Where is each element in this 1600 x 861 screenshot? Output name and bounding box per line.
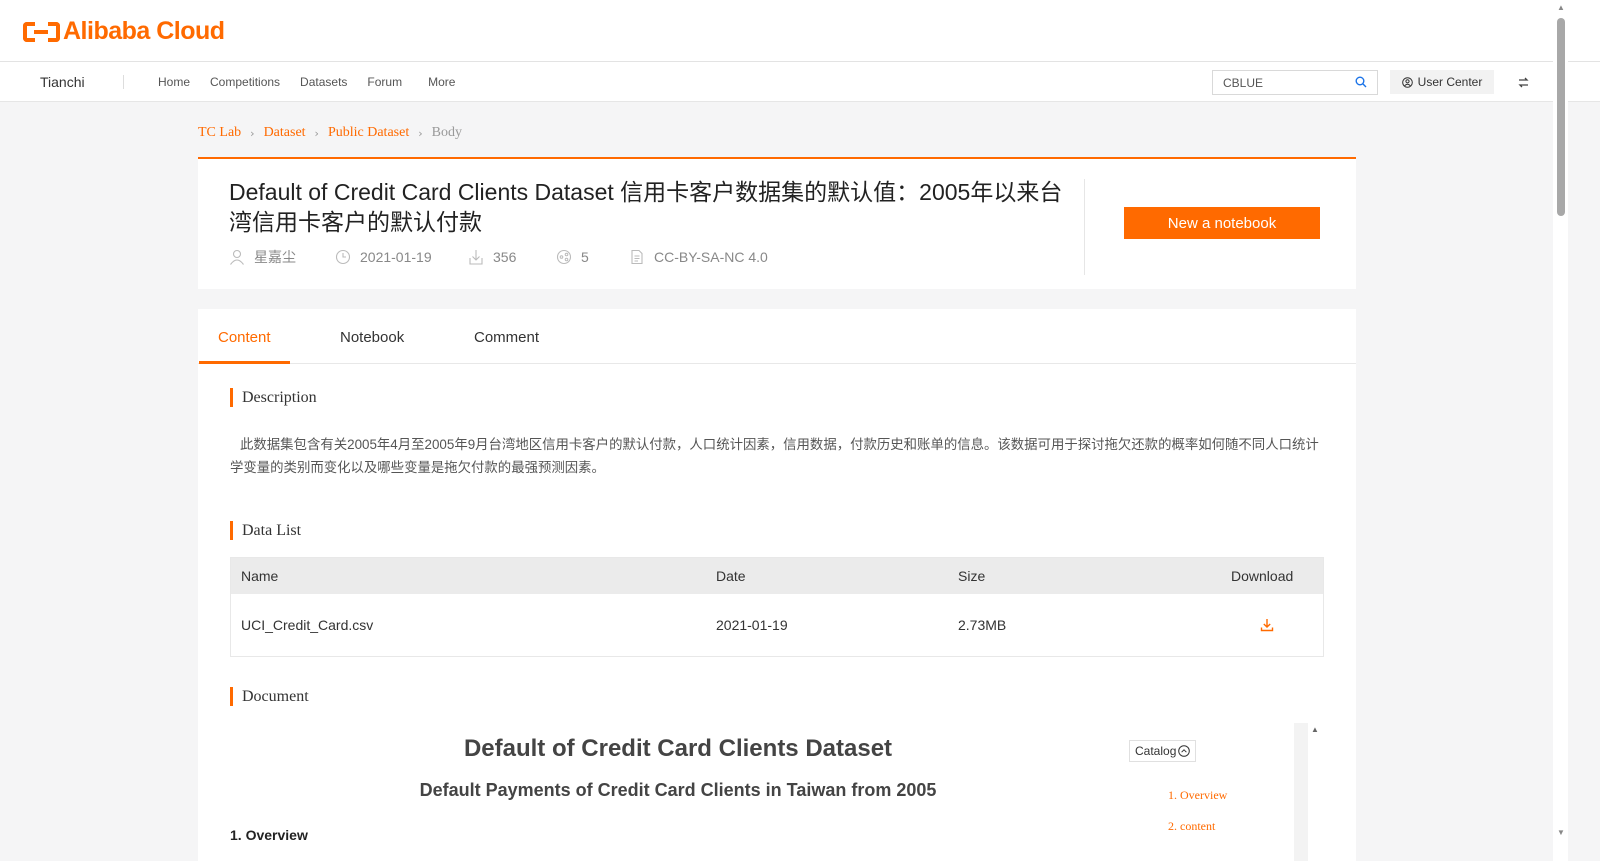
column-header-size: Size (958, 568, 986, 584)
logo-text: Alibaba Cloud (63, 17, 225, 45)
description-text: 此数据集包含有关2005年4月至2005年9月台湾地区信用卡客户的默认付款，人口… (230, 437, 1319, 475)
file-size: 2.73MB (958, 617, 1007, 633)
meta-downloads: 356 (468, 249, 556, 265)
new-notebook-button[interactable]: New a notebook (1124, 207, 1320, 239)
header-divider (1084, 179, 1085, 275)
chevron-right-icon: › (314, 126, 319, 140)
nav-divider (123, 75, 124, 89)
catalog-toggle-button[interactable]: Catalog (1129, 740, 1197, 762)
alibaba-cloud-logo[interactable]: Alibaba Cloud (23, 17, 225, 46)
license-document-icon (631, 249, 643, 265)
download-count: 356 (493, 249, 517, 265)
catalog-item-content[interactable]: 2. content (1168, 819, 1215, 834)
logo-mark-icon (23, 18, 60, 45)
download-count-icon (469, 250, 483, 265)
breadcrumb-current: Body (431, 125, 462, 140)
chevron-right-icon: › (250, 126, 255, 140)
brand-bar: Alibaba Cloud (0, 0, 1600, 62)
scroll-up-icon[interactable]: ▲ (1557, 3, 1565, 12)
breadcrumb-dataset[interactable]: Dataset (264, 125, 306, 141)
user-center-button[interactable]: User Center (1390, 70, 1494, 94)
file-date: 2021-01-19 (716, 617, 788, 633)
search-box (1212, 70, 1378, 95)
tab-content[interactable]: Content (218, 329, 271, 346)
description-heading: Description (230, 388, 317, 407)
nav-links: Home Competitions Datasets Forum More (158, 75, 475, 89)
meta-author: 星嘉尘 (229, 247, 335, 267)
search-icon[interactable] (1355, 76, 1367, 88)
document-title: Default of Credit Card Clients Dataset (463, 735, 893, 762)
share-icon (556, 249, 572, 265)
content-card: Content Notebook Comment Description 此数据… (198, 309, 1356, 861)
chevron-right-icon: › (418, 126, 423, 140)
collapse-icon (1178, 745, 1191, 757)
nav-link-home[interactable]: Home (158, 75, 190, 89)
user-icon (1401, 76, 1413, 88)
breadcrumb: TC Lab › Dataset › Public Dataset › Body (198, 125, 462, 141)
user-icon (230, 249, 244, 265)
catalog-item-overview[interactable]: 1. Overview (1168, 788, 1227, 803)
nav-link-more[interactable]: More (428, 75, 455, 89)
tab-notebook[interactable]: Notebook (340, 329, 404, 346)
active-tab-indicator (199, 361, 290, 364)
dataset-meta: 星嘉尘 2021-01-19 356 5 CC-BY-SA-NC 4.0 (229, 247, 768, 267)
meta-license: CC-BY-SA-NC 4.0 (629, 249, 768, 265)
dataset-title: Default of Credit Card Clients Dataset 信… (229, 179, 1063, 235)
catalog-scroll-up-icon[interactable]: ▲ (1311, 725, 1319, 734)
nav-link-forum[interactable]: Forum (367, 75, 402, 89)
scrollbar-thumb[interactable] (1557, 18, 1565, 216)
breadcrumb-public-dataset[interactable]: Public Dataset (328, 125, 409, 141)
table-row: UCI_Credit_Card.csv 2021-01-19 2.73MB (231, 594, 1323, 656)
catalog-panel: Catalog 1. Overview 2. content (1126, 723, 1308, 861)
meta-date: 2021-01-19 (335, 249, 468, 265)
column-header-name: Name (241, 568, 279, 584)
switch-icon[interactable] (1517, 76, 1530, 89)
meta-shares: 5 (556, 249, 629, 265)
top-nav: Tianchi Home Competitions Datasets Forum… (0, 62, 1600, 102)
license-text: CC-BY-SA-NC 4.0 (654, 249, 768, 265)
document-section-overview: 1. Overview (230, 827, 308, 843)
document-subtitle: Default Payments of Credit Card Clients … (419, 780, 937, 800)
publish-date: 2021-01-19 (360, 249, 432, 265)
download-icon (1260, 619, 1274, 632)
nav-link-datasets[interactable]: Datasets (300, 75, 347, 89)
user-center-label: User Center (1417, 75, 1483, 89)
table-header: Name Date Size Download (231, 558, 1323, 594)
document-heading: Document (230, 687, 309, 706)
author-name[interactable]: 星嘉尘 (254, 247, 296, 267)
site-name[interactable]: Tianchi (40, 74, 85, 90)
data-list-table: Name Date Size Download UCI_Credit_Card.… (230, 557, 1324, 657)
scroll-down-icon[interactable]: ▼ (1557, 828, 1565, 837)
search-input[interactable] (1213, 71, 1343, 94)
nav-link-competitions[interactable]: Competitions (210, 75, 280, 89)
tab-bar: Content Notebook Comment (198, 309, 1356, 364)
catalog-label: Catalog (1135, 744, 1177, 758)
share-count: 5 (581, 249, 589, 265)
column-header-date: Date (716, 568, 746, 584)
file-name: UCI_Credit_Card.csv (241, 617, 374, 633)
column-header-download: Download (1231, 568, 1294, 584)
breadcrumb-tc-lab[interactable]: TC Lab (198, 125, 241, 141)
data-list-heading: Data List (230, 521, 301, 540)
download-button[interactable] (1260, 594, 1274, 656)
tab-comment[interactable]: Comment (474, 329, 539, 346)
dataset-header: Default of Credit Card Clients Dataset 信… (198, 157, 1356, 289)
clock-icon (335, 249, 351, 265)
page-scrollbar[interactable]: ▲ ▼ (1553, 0, 1568, 861)
